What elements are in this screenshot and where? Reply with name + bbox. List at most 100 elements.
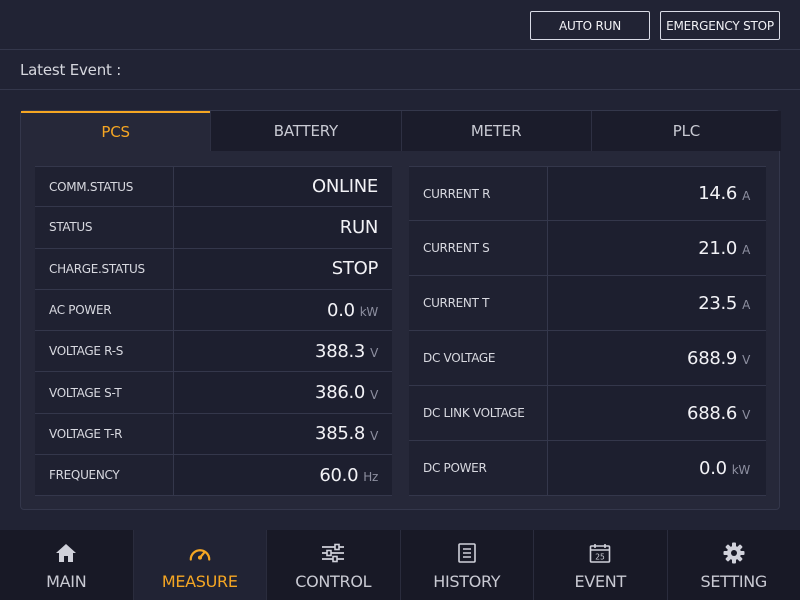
- table-row: CURRENT R 14.6 A: [409, 166, 766, 221]
- emergency-stop-button[interactable]: EMERGENCY STOP: [660, 11, 780, 40]
- tab-plc[interactable]: PLC: [590, 111, 781, 151]
- nav-setting-label: SETTING: [700, 572, 768, 591]
- unit-text: kW: [359, 305, 379, 320]
- row-label: CURRENT S: [409, 221, 548, 275]
- row-value: 688.6 V: [548, 386, 766, 440]
- row-label: VOLTAGE S-T: [35, 372, 174, 413]
- sliders-icon: [321, 542, 345, 564]
- auto-run-button[interactable]: AUTO RUN: [530, 11, 650, 40]
- unit-text: A: [742, 243, 750, 257]
- bottom-nav: MAIN MEASURE CONTROL HISTORY 25 EVENT SE…: [0, 530, 800, 600]
- table-row: COMM.STATUS ONLINE: [35, 166, 392, 208]
- table-row: VOLTAGE R-S 388.3 V: [35, 331, 392, 373]
- unit-text: V: [742, 353, 750, 367]
- gear-icon: [722, 542, 746, 564]
- unit-text: V: [370, 387, 378, 402]
- table-row: STATUS RUN: [35, 207, 392, 249]
- table-row: CURRENT T 23.5 A: [409, 276, 766, 331]
- unit-text: V: [742, 408, 750, 422]
- value-text: 60.0: [319, 464, 359, 486]
- pcs-left-table: COMM.STATUS ONLINE STATUS RUN CHARGE.STA…: [35, 166, 392, 497]
- measure-panel: PCS BATTERY METER PLC COMM.STATUS ONLINE…: [20, 110, 781, 510]
- gauge-icon: [188, 542, 212, 564]
- nav-event[interactable]: 25 EVENT: [533, 530, 667, 600]
- nav-event-label: EVENT: [574, 572, 627, 591]
- table-row: VOLTAGE S-T 386.0 V: [35, 372, 392, 414]
- unit-text: kW: [731, 463, 751, 477]
- table-row: FREQUENCY 60.0 Hz: [35, 455, 392, 497]
- table-row: DC LINK VOLTAGE 688.6 V: [409, 386, 766, 441]
- home-icon: [54, 542, 78, 564]
- row-value: 14.6 A: [548, 167, 766, 220]
- row-label: FREQUENCY: [35, 455, 174, 496]
- unit-text: Hz: [363, 470, 378, 485]
- row-value: 386.0 V: [174, 372, 392, 413]
- unit-text: A: [742, 298, 750, 312]
- nav-control-label: CONTROL: [295, 572, 372, 591]
- row-value: 385.8 V: [174, 413, 392, 455]
- table-row: CURRENT S 21.0 A: [409, 221, 766, 276]
- tab-battery[interactable]: BATTERY: [210, 111, 401, 151]
- row-value: 688.9 V: [548, 331, 766, 385]
- row-value: RUN: [174, 207, 392, 248]
- row-value: ONLINE: [174, 167, 392, 207]
- row-label: STATUS: [35, 207, 174, 248]
- value-text: 388.3: [315, 340, 366, 362]
- tab-meter[interactable]: METER: [400, 111, 591, 151]
- row-label: DC LINK VOLTAGE: [409, 386, 548, 440]
- value-text: ONLINE: [311, 176, 378, 198]
- value-text: 0.0: [699, 457, 727, 479]
- pcs-right-table: CURRENT R 14.6 A CURRENT S 21.0 A CURRENT …: [409, 166, 766, 496]
- value-text: 386.0: [315, 382, 366, 404]
- row-label: CURRENT T: [409, 276, 548, 330]
- unit-text: V: [370, 428, 378, 443]
- row-value: 21.0 A: [548, 221, 766, 275]
- nav-main[interactable]: MAIN: [0, 530, 133, 600]
- unit-text: A: [742, 188, 750, 203]
- calendar-icon-day: 25: [595, 553, 605, 562]
- value-text: 0.0: [327, 299, 355, 321]
- row-label: VOLTAGE T-R: [35, 413, 174, 455]
- row-label: COMM.STATUS: [35, 167, 174, 207]
- document-list-icon: [455, 542, 479, 564]
- value-text: RUN: [339, 216, 379, 238]
- row-value: 60.0 Hz: [174, 455, 392, 496]
- value-text: 688.9: [687, 347, 738, 369]
- row-value: STOP: [174, 248, 392, 289]
- row-value: 0.0 kW: [174, 289, 392, 331]
- nav-setting[interactable]: SETTING: [666, 530, 800, 600]
- table-row: CHARGE.STATUS STOP: [35, 248, 392, 290]
- device-tabs: PCS BATTERY METER PLC: [21, 111, 781, 151]
- nav-main-label: MAIN: [46, 572, 87, 591]
- table-row: DC POWER 0.0 kW: [409, 441, 766, 496]
- value-text: 23.5: [698, 292, 738, 314]
- row-label: DC POWER: [409, 441, 548, 495]
- nav-history[interactable]: HISTORY: [399, 530, 534, 600]
- row-value: 23.5 A: [548, 276, 766, 330]
- nav-measure-label: MEASURE: [161, 572, 238, 591]
- table-row: VOLTAGE T-R 385.8 V: [35, 413, 392, 456]
- calendar-icon: 25: [588, 542, 612, 564]
- tab-pcs[interactable]: PCS: [21, 111, 211, 151]
- unit-text: V: [370, 346, 378, 361]
- latest-event-label: Latest Event :: [20, 61, 122, 79]
- nav-control[interactable]: CONTROL: [266, 530, 400, 600]
- value-text: 385.8: [315, 423, 366, 445]
- row-value: 0.0 kW: [548, 441, 766, 495]
- row-label: DC VOLTAGE: [409, 331, 548, 385]
- row-label: CHARGE.STATUS: [35, 248, 174, 289]
- table-row: DC VOLTAGE 688.9 V: [409, 331, 766, 386]
- row-label: CURRENT R: [409, 167, 548, 220]
- top-bar: AUTO RUN EMERGENCY STOP: [0, 0, 800, 50]
- row-value: 388.3 V: [174, 331, 392, 372]
- row-label: AC POWER: [35, 289, 174, 331]
- nav-history-label: HISTORY: [433, 572, 501, 591]
- value-text: 688.6: [687, 402, 738, 424]
- row-label: VOLTAGE R-S: [35, 331, 174, 372]
- table-row: AC POWER 0.0 kW: [35, 289, 392, 332]
- value-text: STOP: [331, 258, 379, 280]
- value-text: 21.0: [698, 237, 738, 259]
- latest-event-bar: Latest Event :: [0, 50, 800, 90]
- nav-measure[interactable]: MEASURE: [132, 530, 266, 600]
- value-text: 14.6: [698, 183, 738, 204]
